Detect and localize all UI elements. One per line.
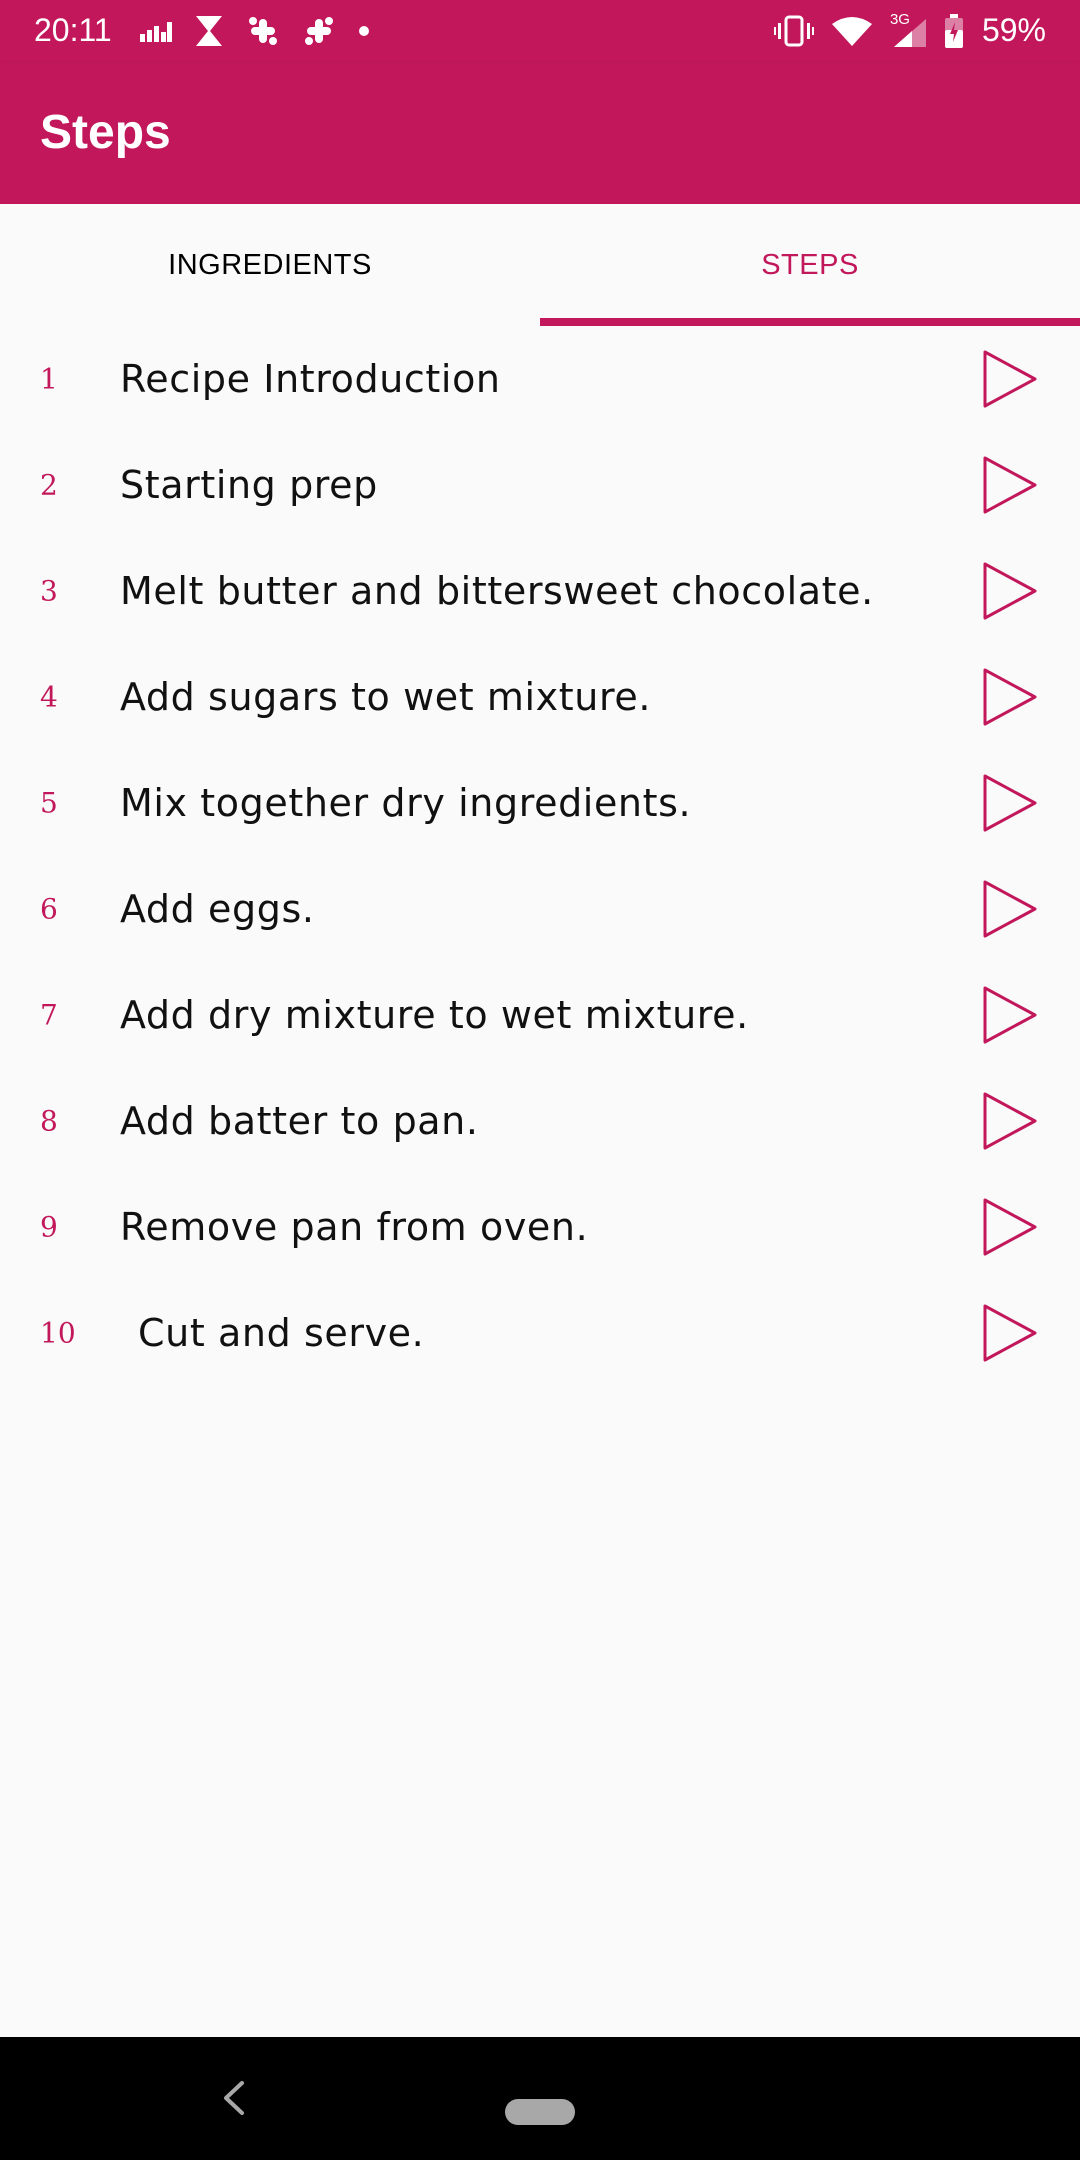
wifi-icon <box>831 16 872 46</box>
step-title: Add sugars to wet mixture. <box>120 675 651 719</box>
hourglass-icon <box>196 16 222 46</box>
step-title: Recipe Introduction <box>120 357 501 401</box>
step-number: 2 <box>40 468 58 502</box>
signal-bars-icon <box>140 22 172 42</box>
step-title: Mix together dry ingredients. <box>120 781 692 825</box>
tab-indicator <box>540 318 1080 326</box>
list-item[interactable]: 3 Melt butter and bittersweet chocolate. <box>0 538 1080 644</box>
step-number: 6 <box>40 892 58 926</box>
slack-icon <box>249 17 277 45</box>
step-title: Remove pan from oven. <box>120 1205 589 1249</box>
list-item[interactable]: 1 Recipe Introduction <box>0 326 1080 432</box>
step-title: Starting prep <box>120 463 378 507</box>
tab-ingredients[interactable]: INGREDIENTS <box>0 204 540 326</box>
system-nav-bar <box>0 2037 1080 2160</box>
status-system-icons: 3G 59% <box>773 11 1046 49</box>
step-title: Add eggs. <box>120 887 315 931</box>
list-item[interactable]: 7 Add dry mixture to wet mixture. <box>0 962 1080 1068</box>
step-number: 8 <box>40 1104 58 1138</box>
play-icon[interactable] <box>982 349 1038 409</box>
home-pill-icon[interactable] <box>505 2099 575 2125</box>
dot-icon <box>359 26 369 36</box>
step-number: 3 <box>40 574 58 608</box>
status-notification-icons <box>140 14 370 48</box>
app-bar: Steps <box>0 63 1080 204</box>
tab-bar: INGREDIENTS STEPS <box>0 204 1080 326</box>
battery-icon <box>944 13 963 48</box>
vibrate-icon <box>773 15 814 46</box>
list-item[interactable]: 4 Add sugars to wet mixture. <box>0 644 1080 750</box>
status-time: 20:11 <box>34 12 112 48</box>
play-icon[interactable] <box>982 1303 1038 1363</box>
step-title: Add dry mixture to wet mixture. <box>120 993 749 1037</box>
screen: 20:11 3G 59% Steps INGREDIENTS STEPS 1 R… <box>0 0 1080 2160</box>
step-number: 9 <box>40 1210 58 1244</box>
play-icon[interactable] <box>982 879 1038 939</box>
play-icon[interactable] <box>982 1091 1038 1151</box>
list-item[interactable]: 2 Starting prep <box>0 432 1080 538</box>
play-icon[interactable] <box>982 667 1038 727</box>
step-title: Add batter to pan. <box>120 1099 479 1143</box>
slack-icon <box>305 17 333 45</box>
step-list: 1 Recipe Introduction 2 Starting prep 3 … <box>0 326 1080 1386</box>
battery-percent: 59% <box>981 12 1046 48</box>
step-number: 10 <box>40 1316 76 1350</box>
step-number: 4 <box>40 680 58 714</box>
step-number: 5 <box>40 786 58 820</box>
play-icon[interactable] <box>982 985 1038 1045</box>
step-title: Melt butter and bittersweet chocolate. <box>120 569 874 613</box>
play-icon[interactable] <box>982 773 1038 833</box>
play-icon[interactable] <box>982 455 1038 515</box>
list-item[interactable]: 6 Add eggs. <box>0 856 1080 962</box>
list-item[interactable]: 9 Remove pan from oven. <box>0 1174 1080 1280</box>
list-item[interactable]: 5 Mix together dry ingredients. <box>0 750 1080 856</box>
page-title: Steps <box>40 106 171 159</box>
list-item[interactable]: 10 Cut and serve. <box>0 1280 1080 1386</box>
play-icon[interactable] <box>982 1197 1038 1257</box>
cell-signal-icon: 3G <box>890 11 926 47</box>
status-bar: 20:11 3G 59% <box>0 0 1080 63</box>
list-item[interactable]: 8 Add batter to pan. <box>0 1068 1080 1174</box>
back-icon[interactable] <box>220 2079 248 2117</box>
play-icon[interactable] <box>982 561 1038 621</box>
step-number: 7 <box>40 998 58 1032</box>
step-title: Cut and serve. <box>138 1311 425 1355</box>
step-number: 1 <box>40 362 58 396</box>
tab-steps[interactable]: STEPS <box>540 204 1080 326</box>
